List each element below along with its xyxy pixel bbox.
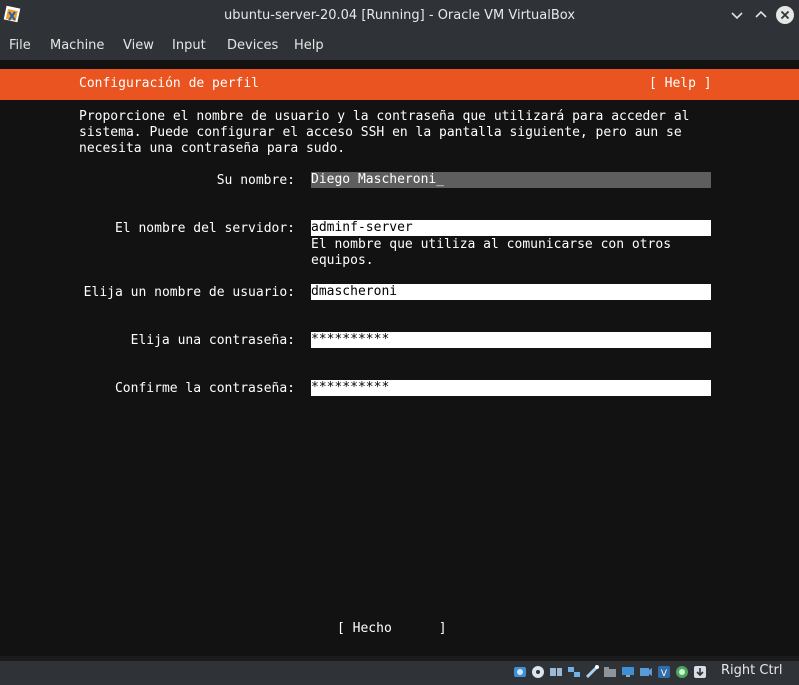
menu-bar: File Machine View Input Devices Help [0,31,799,60]
audio-icon[interactable] [549,665,563,679]
intro-line-2: sistema. Puede configurar el acceso SSH … [79,125,682,140]
menu-input[interactable]: Input [172,31,206,60]
window-title: ubuntu-server-20.04 [Running] - Oracle V… [223,8,576,23]
optical-disk-icon[interactable] [531,665,545,679]
intro-line-3: necesita una contraseña para sudo. [79,141,346,156]
username-label: Elija un nombre de usuario: [83,285,295,300]
installer-header-bar: Configuración de perfil [ Help ] [0,69,799,100]
mouse-integration-icon[interactable] [675,665,689,679]
help-button[interactable]: [ Help ] [649,76,712,92]
svg-text:V: V [661,669,668,679]
confirm-password-input[interactable]: ********** [311,380,711,396]
status-bar-divider [0,656,799,661]
status-bar: V Right Ctrl [0,656,799,685]
password-input[interactable]: ********** [311,332,711,348]
shared-folders-icon[interactable] [603,665,617,679]
confirm-password-label: Confirme la contraseña: [114,381,295,396]
server-name-label: El nombre del servidor: [114,221,295,236]
hard-disk-icon[interactable] [513,665,527,679]
page-title: Configuración de perfil [79,76,260,91]
username-input[interactable]: dmascheroni [311,284,711,300]
server-name-help-line-2: equipos. [311,253,374,268]
host-key-label: Right Ctrl [721,663,783,678]
intro-line-1: Proporcione el nombre de usuario y la co… [79,109,690,124]
name-input[interactable]: Diego Mascheroni_ [311,172,711,188]
close-icon[interactable] [775,5,795,25]
server-name-help-line-1: El nombre que utiliza al comunicarse con… [311,237,672,252]
window-titlebar: ubuntu-server-20.04 [Running] - Oracle V… [0,0,799,31]
done-button[interactable]: [ Hecho ] [337,621,447,637]
display-icon[interactable] [621,665,635,679]
virtualization-icon[interactable]: V [657,665,671,679]
menu-file[interactable]: File [9,31,31,60]
network-icon[interactable] [567,665,581,679]
menu-help[interactable]: Help [294,31,324,60]
minimize-icon[interactable] [727,5,747,25]
usb-icon[interactable] [585,665,599,679]
menu-view[interactable]: View [123,31,154,60]
keyboard-capture-icon[interactable] [693,665,707,679]
server-name-input[interactable]: adminf-server [311,220,711,236]
vm-display[interactable]: Configuración de perfil [ Help ] Proporc… [0,60,799,656]
password-label: Elija una contraseña: [130,333,295,348]
maximize-icon[interactable] [751,5,771,25]
name-label: Su nombre: [216,173,295,188]
menu-machine[interactable]: Machine [50,31,104,60]
menu-devices[interactable]: Devices [227,31,278,60]
recording-icon[interactable] [639,665,653,679]
